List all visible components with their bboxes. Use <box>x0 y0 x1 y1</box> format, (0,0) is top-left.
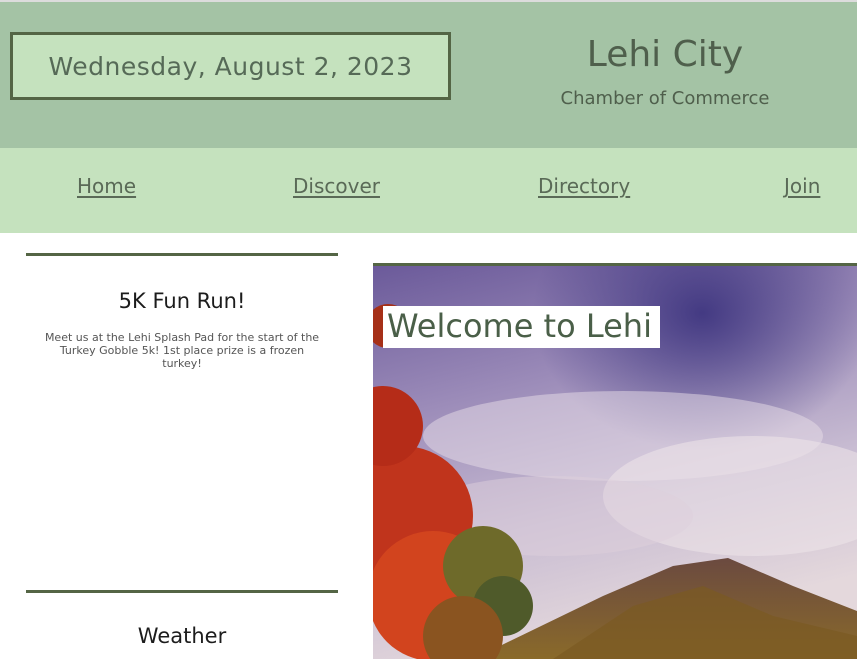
current-date: Wednesday, August 2, 2023 <box>10 32 451 100</box>
site-subtitle: Chamber of Commerce <box>560 88 770 109</box>
nav-link-directory[interactable]: Directory <box>538 174 630 198</box>
weather-card: Weather <box>26 590 338 648</box>
event-title: 5K Fun Run! <box>118 289 246 313</box>
card-divider <box>26 590 338 593</box>
hero-title: Welcome to Lehi <box>383 306 660 348</box>
site-header: Wednesday, August 2, 2023 Lehi City Cham… <box>0 0 857 148</box>
nav-link-discover[interactable]: Discover <box>293 174 380 198</box>
hero-banner: Welcome to Lehi <box>373 263 857 659</box>
nav-link-home[interactable]: Home <box>77 174 136 198</box>
nav-link-join[interactable]: Join <box>784 174 820 198</box>
event-description: Meet us at the Lehi Splash Pad for the s… <box>44 331 320 370</box>
main-nav: Home Discover Directory Join <box>0 148 857 233</box>
event-card: 5K Fun Run! Meet us at the Lehi Splash P… <box>26 253 338 370</box>
site-title: Lehi City <box>586 34 744 75</box>
card-divider <box>26 253 338 256</box>
weather-title: Weather <box>137 624 227 648</box>
